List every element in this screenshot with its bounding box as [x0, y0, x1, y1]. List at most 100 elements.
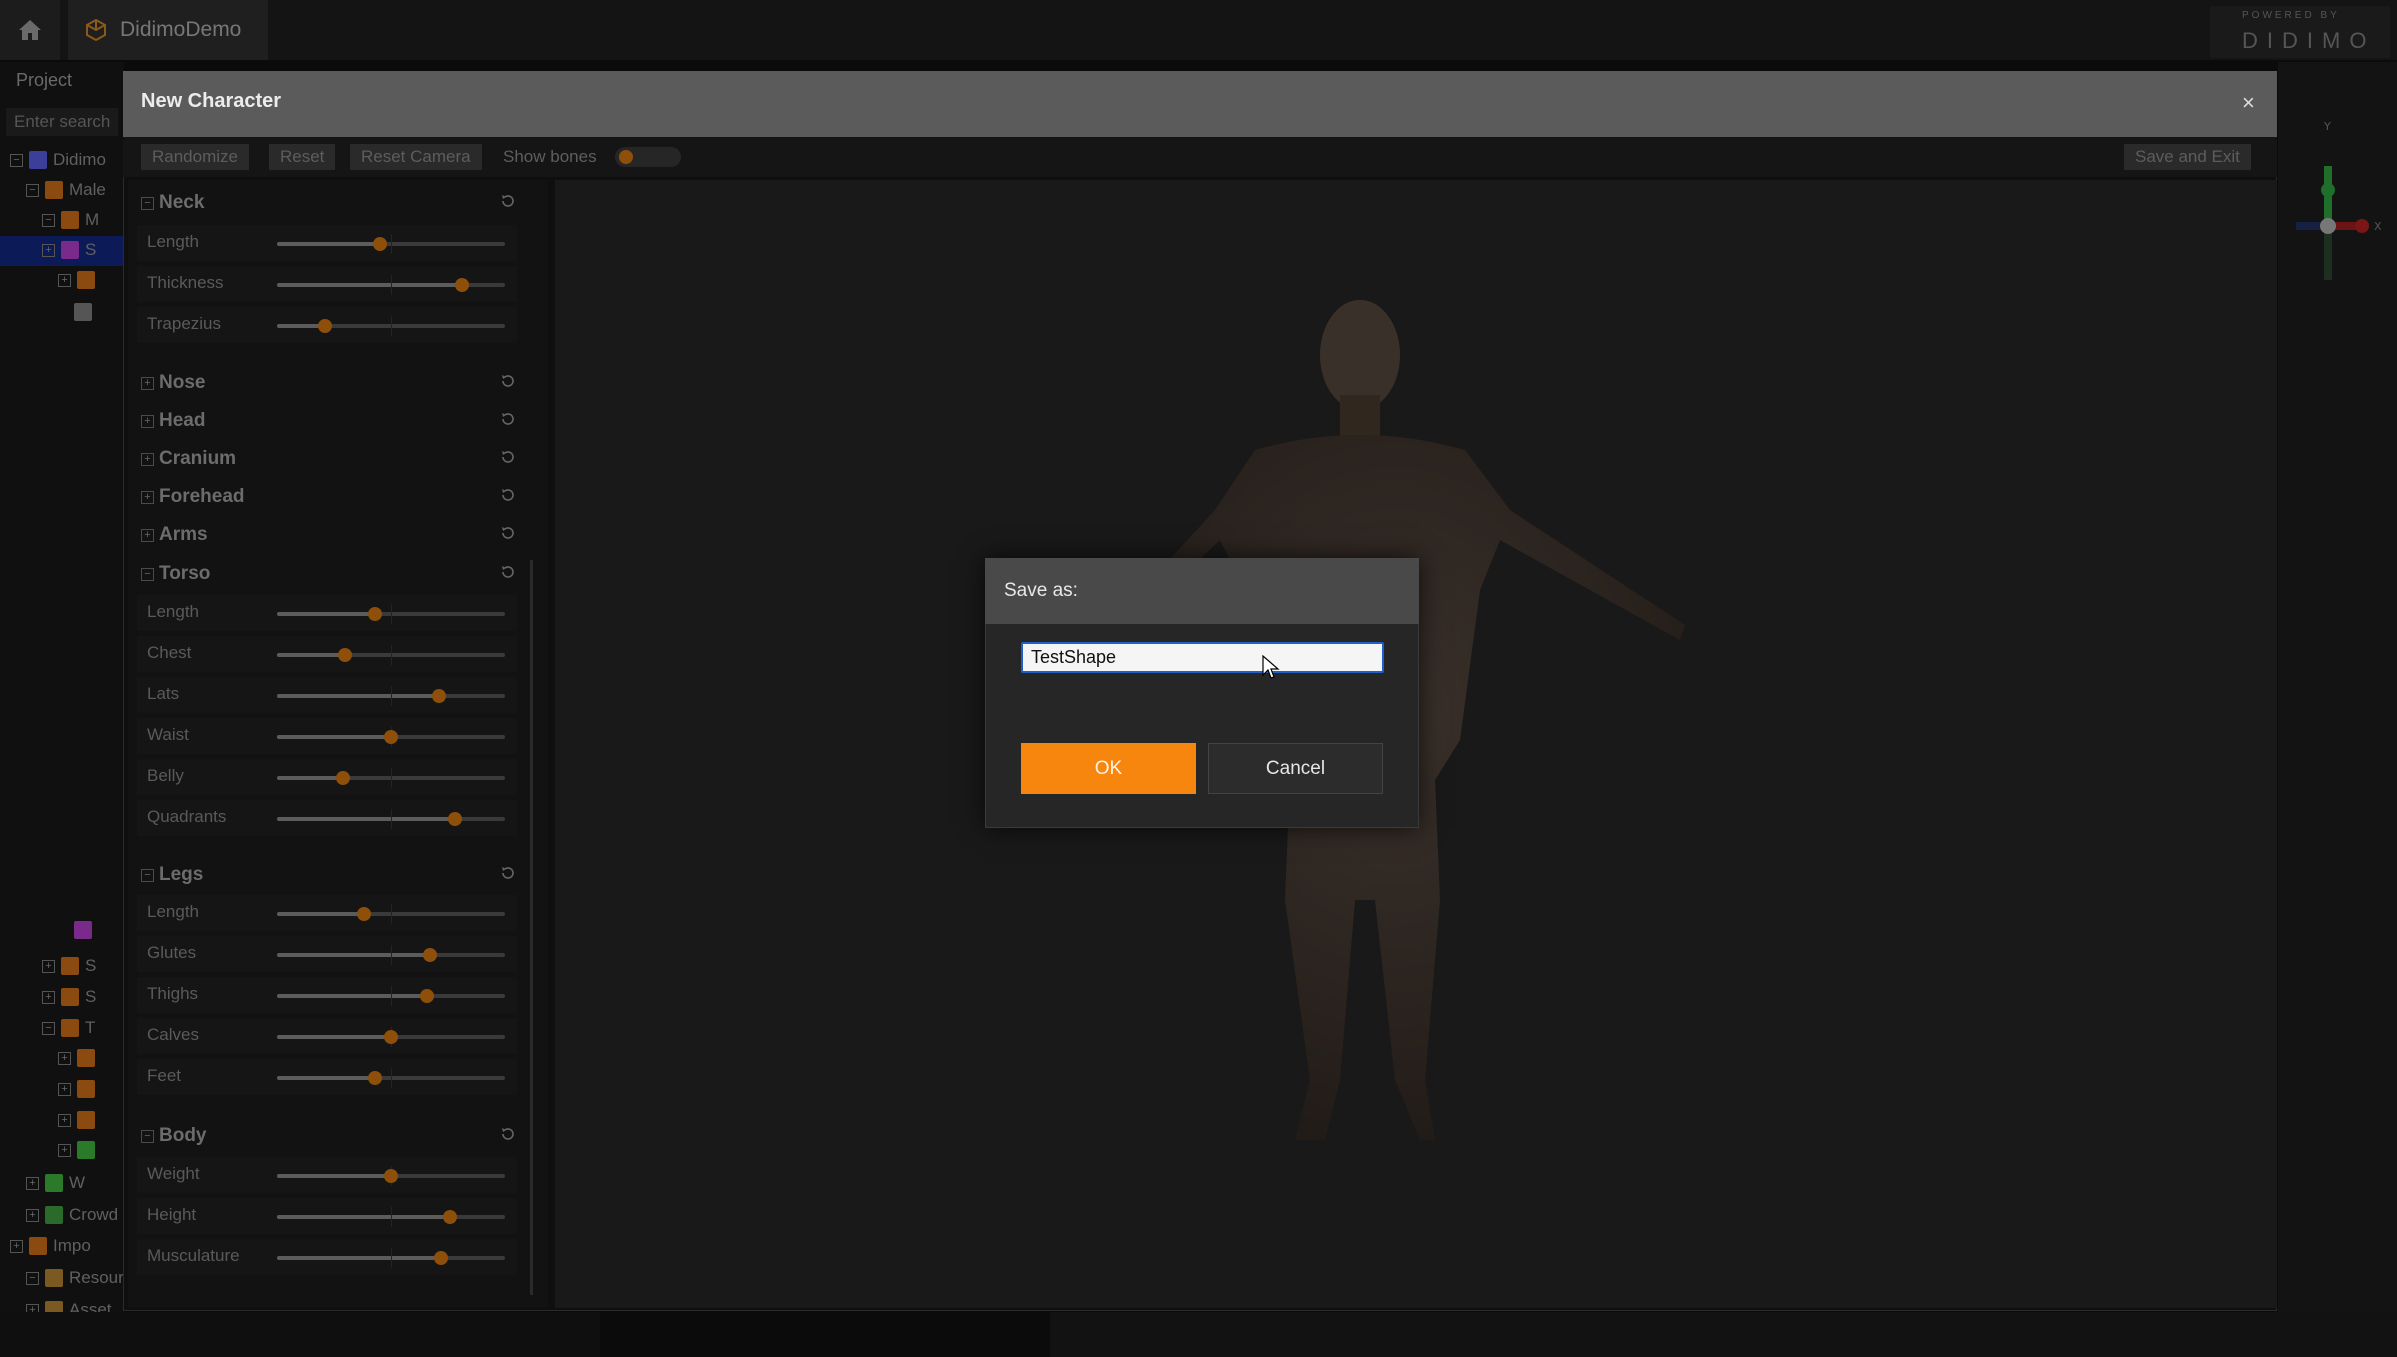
expand-toggle-icon[interactable]: −	[26, 183, 39, 197]
tree-item[interactable]: − M	[42, 206, 124, 234]
expand-toggle-icon[interactable]: +	[42, 959, 55, 973]
slider-handle[interactable]	[336, 771, 351, 785]
project-search-input[interactable]: Enter search	[6, 108, 118, 136]
collapse-icon[interactable]: −	[141, 1129, 154, 1143]
save-and-exit-button[interactable]: Save and Exit	[2124, 144, 2251, 170]
reset-section-icon[interactable]	[500, 865, 516, 881]
reset-camera-button[interactable]: Reset Camera	[350, 144, 482, 170]
collapse-icon[interactable]: −	[141, 196, 154, 210]
svg-text:Y: Y	[2323, 120, 2331, 133]
expand-toggle-icon[interactable]: +	[42, 990, 55, 1004]
slider-handle[interactable]	[431, 689, 446, 703]
tree-item[interactable]: − Male	[26, 176, 124, 204]
section-title: Neck	[159, 192, 205, 213]
reset-section-icon[interactable]	[500, 1126, 516, 1142]
tree-item[interactable]	[74, 298, 124, 326]
reset-section-icon[interactable]	[500, 193, 516, 209]
slider-row: Lats	[137, 677, 517, 713]
expand-toggle-icon[interactable]: +	[10, 1239, 23, 1253]
shape-name-input[interactable]	[1021, 642, 1384, 673]
tree-item[interactable]: − Didimo	[10, 146, 124, 174]
tree-item[interactable]: + S	[42, 952, 124, 980]
slider-handle[interactable]	[447, 812, 462, 826]
slider-handle[interactable]	[443, 1210, 458, 1224]
expand-icon[interactable]: +	[141, 452, 154, 466]
slider-handle[interactable]	[384, 1030, 398, 1044]
project-panel-tab[interactable]: Project	[0, 62, 124, 100]
reset-button[interactable]: Reset	[269, 144, 336, 170]
slider-handle[interactable]	[368, 607, 383, 621]
ok-button[interactable]: OK	[1021, 743, 1196, 794]
expand-icon[interactable]: +	[141, 376, 154, 390]
section-header-neck[interactable]: − Neck	[141, 188, 521, 218]
tree-item[interactable]: + S	[42, 236, 124, 264]
expand-toggle-icon[interactable]: −	[42, 1021, 55, 1035]
slider-handle[interactable]	[422, 948, 437, 962]
section-header-forehead[interactable]: + Forehead	[141, 482, 521, 512]
save-as-title: Save as:	[1004, 580, 1078, 601]
expand-toggle-icon[interactable]: +	[58, 1143, 71, 1157]
slider-handle[interactable]	[384, 1169, 398, 1183]
slider-handle[interactable]	[454, 278, 469, 292]
tree-item[interactable]: − Resour	[26, 1264, 124, 1292]
reset-section-icon[interactable]	[500, 411, 516, 427]
reset-section-icon[interactable]	[500, 525, 516, 541]
tree-item[interactable]: + Crowd	[26, 1201, 124, 1229]
slider-handle[interactable]	[317, 319, 332, 333]
tree-item[interactable]	[74, 916, 124, 944]
tree-item[interactable]: +	[58, 1136, 124, 1164]
slider-handle[interactable]	[420, 989, 435, 1003]
slider-handle[interactable]	[356, 907, 371, 921]
expand-icon[interactable]: +	[141, 490, 154, 504]
expand-toggle-icon[interactable]: +	[58, 1113, 71, 1127]
tree-item[interactable]: − T	[42, 1014, 124, 1042]
axis-gizmo-icon[interactable]: Y X	[2282, 110, 2392, 300]
tree-item[interactable]: +	[58, 1044, 124, 1072]
tree-item[interactable]: + S	[42, 983, 124, 1011]
slider-center-mark	[391, 686, 392, 706]
expand-toggle-icon[interactable]: +	[42, 243, 55, 257]
collapse-icon[interactable]: −	[141, 868, 154, 882]
viewport-gizmo-area: Y X	[2278, 62, 2397, 1312]
slider-handle[interactable]	[372, 237, 387, 251]
expand-toggle-icon[interactable]: +	[26, 1176, 39, 1190]
expand-toggle-icon[interactable]: +	[58, 273, 71, 287]
expand-icon[interactable]: +	[141, 414, 154, 428]
section-header-legs[interactable]: − Legs	[141, 860, 521, 890]
cancel-button[interactable]: Cancel	[1208, 743, 1383, 794]
expand-toggle-icon[interactable]: −	[42, 213, 55, 227]
reset-section-icon[interactable]	[500, 373, 516, 389]
section-header-head[interactable]: + Head	[141, 406, 521, 436]
tree-item[interactable]: + Impo	[10, 1232, 124, 1260]
project-tab[interactable]: DidimoDemo	[68, 0, 268, 60]
home-button[interactable]	[0, 0, 60, 60]
section-header-cranium[interactable]: + Cranium	[141, 444, 521, 474]
show-bones-toggle[interactable]	[615, 147, 681, 167]
slider-handle[interactable]	[384, 730, 398, 744]
reset-section-icon[interactable]	[500, 487, 516, 503]
expand-toggle-icon[interactable]: −	[10, 153, 23, 167]
section-header-nose[interactable]: + Nose	[141, 368, 521, 398]
randomize-button[interactable]: Randomize	[141, 144, 249, 170]
reset-section-icon[interactable]	[500, 449, 516, 465]
tree-item[interactable]: +	[58, 266, 124, 294]
tree-item[interactable]: + W	[26, 1169, 124, 1197]
slider-handle[interactable]	[338, 648, 353, 662]
show-bones-label: Show bones	[503, 147, 597, 166]
slider-panel-scrollbar[interactable]	[530, 560, 533, 1295]
expand-icon[interactable]: +	[141, 528, 154, 542]
expand-toggle-icon[interactable]: +	[58, 1051, 71, 1065]
section-header-torso[interactable]: − Torso	[141, 559, 521, 589]
close-icon[interactable]: ×	[2242, 90, 2255, 116]
reset-section-icon[interactable]	[500, 564, 516, 580]
collapse-icon[interactable]: −	[141, 567, 154, 581]
expand-toggle-icon[interactable]: +	[58, 1082, 71, 1096]
slider-handle[interactable]	[368, 1071, 383, 1085]
expand-toggle-icon[interactable]: +	[26, 1208, 39, 1222]
slider-handle[interactable]	[434, 1251, 449, 1265]
tree-item[interactable]: +	[58, 1106, 124, 1134]
tree-item[interactable]: +	[58, 1075, 124, 1103]
expand-toggle-icon[interactable]: −	[26, 1271, 39, 1285]
section-header-body[interactable]: − Body	[141, 1121, 521, 1151]
section-header-arms[interactable]: + Arms	[141, 520, 521, 550]
